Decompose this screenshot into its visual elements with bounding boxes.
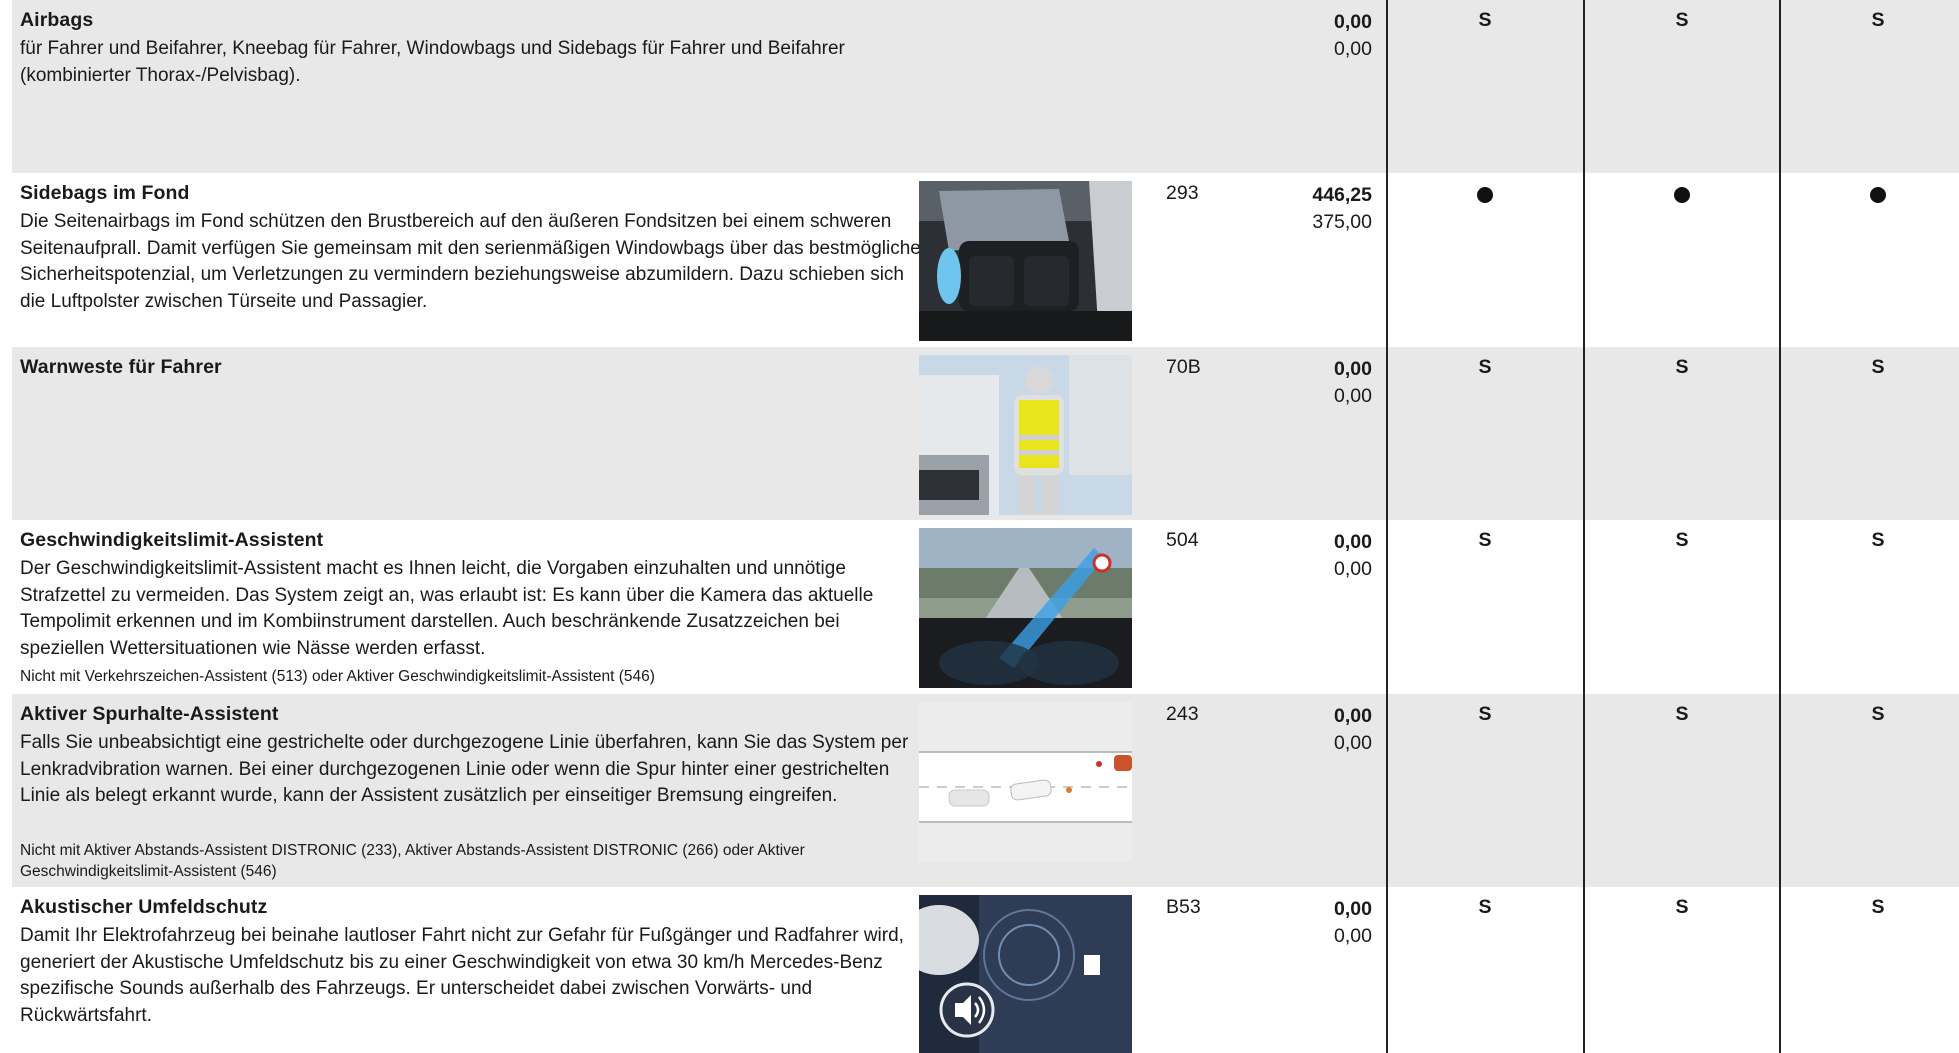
- price-net: 0,00: [1334, 385, 1372, 407]
- option-title: Akustischer Umfeldschutz: [20, 896, 268, 918]
- column-divider: [1583, 0, 1585, 1053]
- option-description: Der Geschwindigkeitslimit-Assistent mach…: [20, 558, 874, 659]
- optional-dot-mark: [1863, 182, 1893, 209]
- column-divider: [1386, 0, 1388, 1053]
- availability-mark: S: [1675, 529, 1689, 551]
- option-code: 70B: [1166, 356, 1201, 378]
- option-price: 446,25 375,00: [1312, 182, 1372, 236]
- availability-mark: S: [1675, 896, 1689, 918]
- rear-seat-sidebag-photo: [919, 181, 1132, 341]
- availability-mark: S: [1871, 529, 1885, 551]
- option-price: 0,00 0,00: [1334, 703, 1372, 757]
- column-divider: [1779, 0, 1781, 1053]
- option-title: Airbags: [20, 9, 94, 31]
- option-code: B53: [1166, 896, 1201, 918]
- speed-limit-cockpit-photo: [919, 528, 1132, 688]
- price-net: 0,00: [1334, 38, 1372, 60]
- option-description: Damit Ihr Elektrofahrzeug bei beinahe la…: [20, 925, 904, 1026]
- availability-mark: S: [1871, 703, 1885, 725]
- optional-dot-mark: [1470, 182, 1500, 209]
- option-price: 0,00 0,00: [1334, 9, 1372, 63]
- price-gross: 0,00: [1334, 358, 1372, 380]
- acoustic-pedestrian-warning-photo: [919, 895, 1132, 1053]
- filled-dot-icon: [1674, 187, 1690, 203]
- availability-mark: S: [1871, 9, 1885, 31]
- price-gross: 0,00: [1334, 705, 1372, 727]
- price-net: 375,00: [1312, 211, 1372, 233]
- option-description: Die Seitenairbags im Fond schützen den B…: [20, 211, 921, 312]
- option-row-sidebags-fond: Sidebags im Fond Die Seitenairbags im Fo…: [12, 173, 1959, 347]
- option-row-geschwindigkeitslimit: Geschwindigkeitslimit-Assistent Der Gesc…: [12, 520, 1959, 694]
- option-title: Sidebags im Fond: [20, 182, 190, 204]
- price-net: 0,00: [1334, 732, 1372, 754]
- option-description: Falls Sie unbeabsichtigt eine gestrichel…: [20, 732, 909, 806]
- availability-mark: S: [1478, 703, 1492, 725]
- price-gross: 446,25: [1312, 184, 1372, 206]
- availability-mark: S: [1675, 9, 1689, 31]
- price-gross: 0,00: [1334, 531, 1372, 553]
- option-title: Warnweste für Fahrer: [20, 356, 222, 378]
- option-price: 0,00 0,00: [1334, 356, 1372, 410]
- availability-mark: S: [1871, 896, 1885, 918]
- option-code: 243: [1166, 703, 1199, 725]
- price-gross: 0,00: [1334, 11, 1372, 33]
- option-price: 0,00 0,00: [1334, 896, 1372, 950]
- availability-mark: S: [1675, 356, 1689, 378]
- availability-mark: S: [1675, 703, 1689, 725]
- availability-mark: S: [1478, 896, 1492, 918]
- option-note: Nicht mit Verkehrszeichen-Assistent (513…: [20, 668, 655, 685]
- option-row-spurhalte: Aktiver Spurhalte-Assistent Falls Sie un…: [12, 694, 1959, 887]
- option-note: Nicht mit Aktiver Abstands-Assistent DIS…: [20, 842, 805, 880]
- availability-mark: S: [1478, 356, 1492, 378]
- availability-mark: S: [1478, 529, 1492, 551]
- option-row-warnweste: Warnweste für Fahrer 70B 0,00 0,00 S S S: [12, 347, 1959, 520]
- option-row-umfeldschutz: Akustischer Umfeldschutz Damit Ihr Elekt…: [12, 887, 1959, 1053]
- price-net: 0,00: [1334, 558, 1372, 580]
- option-title: Geschwindigkeitslimit-Assistent: [20, 529, 324, 551]
- option-code: 293: [1166, 182, 1199, 204]
- option-description: für Fahrer und Beifahrer, Kneebag für Fa…: [20, 38, 845, 86]
- option-row-airbags: Airbags für Fahrer und Beifahrer, Kneeba…: [12, 0, 1959, 173]
- lane-keeping-diagram: [919, 702, 1132, 862]
- price-gross: 0,00: [1334, 898, 1372, 920]
- price-net: 0,00: [1334, 925, 1372, 947]
- availability-mark: S: [1478, 9, 1492, 31]
- option-code: 504: [1166, 529, 1199, 551]
- driver-safety-vest-photo: [919, 355, 1132, 515]
- option-price: 0,00 0,00: [1334, 529, 1372, 583]
- optional-dot-mark: [1667, 182, 1697, 209]
- option-title: Aktiver Spurhalte-Assistent: [20, 703, 279, 725]
- availability-mark: S: [1871, 356, 1885, 378]
- filled-dot-icon: [1870, 187, 1886, 203]
- filled-dot-icon: [1477, 187, 1493, 203]
